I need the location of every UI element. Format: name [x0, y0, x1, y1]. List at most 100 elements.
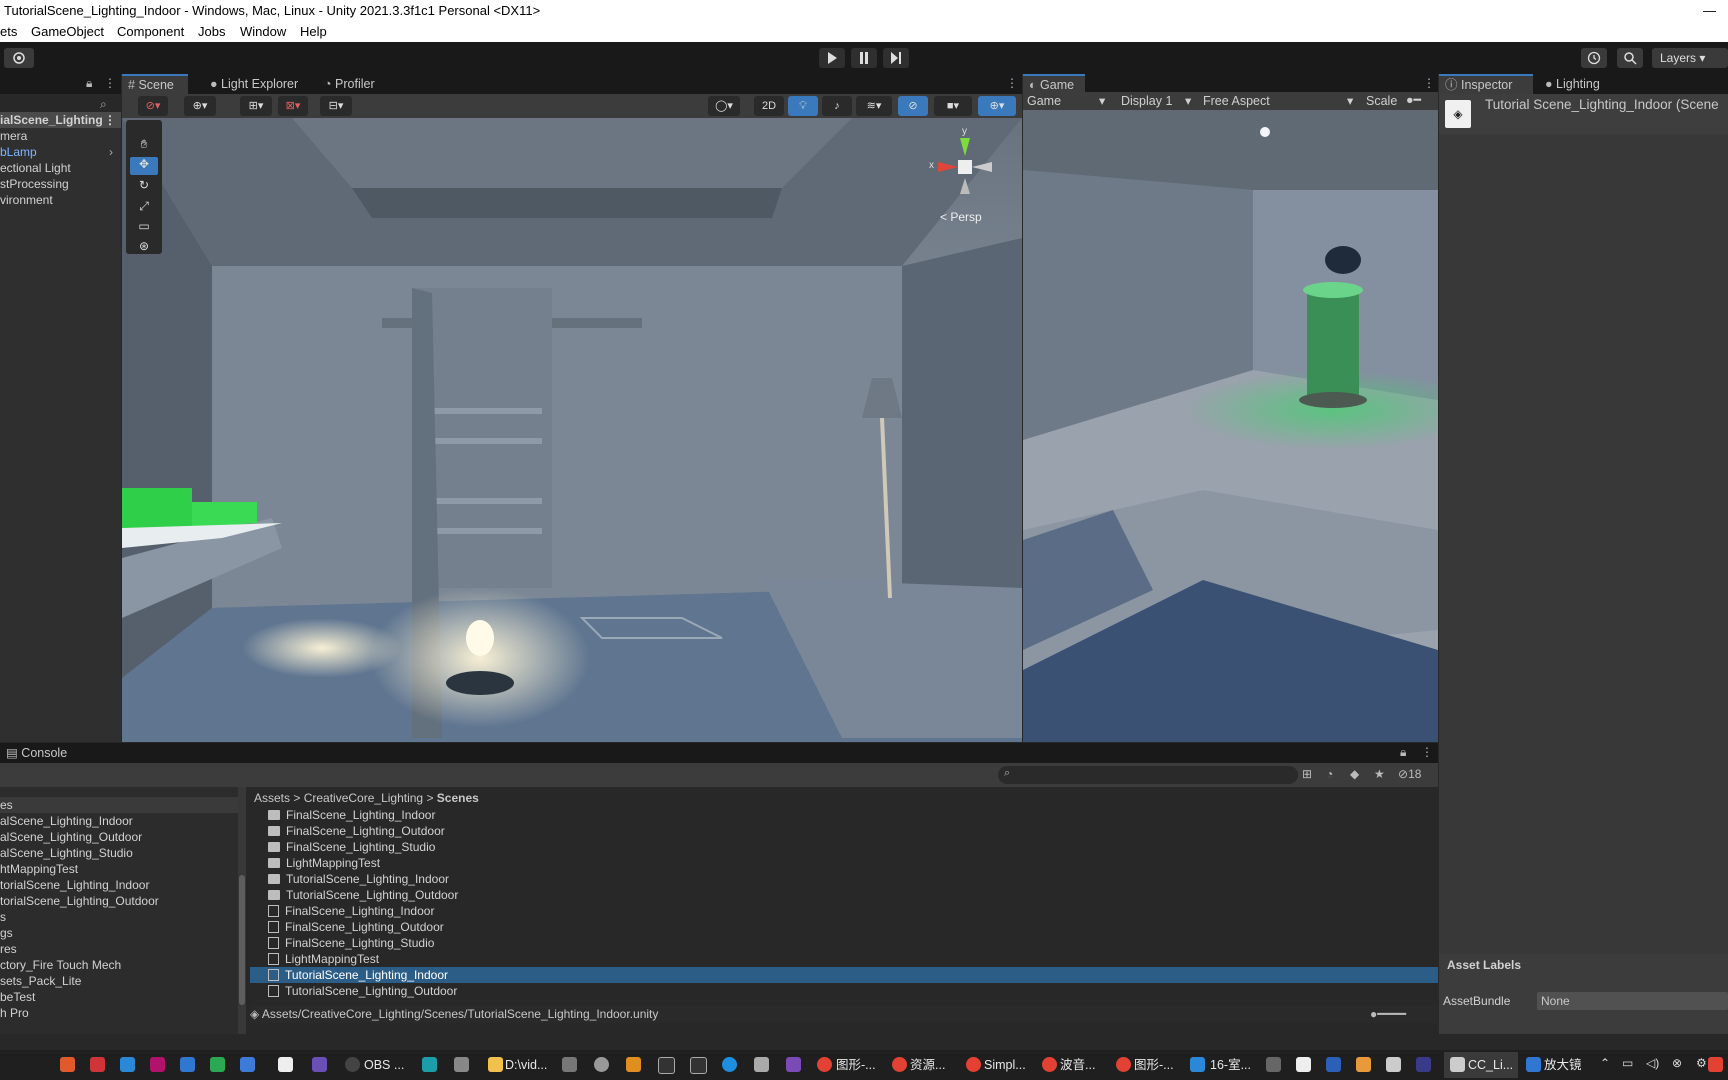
- app-icon[interactable]: [626, 1057, 641, 1072]
- hierarchy-search[interactable]: ⌕: [0, 94, 121, 114]
- app-icon[interactable]: [278, 1057, 293, 1072]
- game-view-dropdown[interactable]: Game ▾: [1027, 92, 1107, 110]
- app-icon[interactable]: [722, 1057, 737, 1072]
- taskbar-item[interactable]: 波音...: [1060, 1055, 1095, 1075]
- scale-slider[interactable]: Scale ●━: [1366, 92, 1438, 110]
- taskbar-item[interactable]: 图形-...: [1134, 1055, 1174, 1075]
- hierarchy-item[interactable]: ectional Light: [0, 160, 121, 176]
- tree-item[interactable]: torialScene_Lighting_Outdoor: [0, 893, 240, 909]
- rect-tool-icon[interactable]: ▭: [130, 219, 158, 237]
- minimize-button[interactable]: —: [1703, 0, 1716, 22]
- app-icon[interactable]: [180, 1057, 195, 1072]
- scene-viewport[interactable]: ✋︎ ✥ ↻ ⤢ ▭ ⊛ x y < Persp: [122, 118, 1022, 742]
- menu-jobs[interactable]: Jobs: [198, 24, 225, 39]
- chat-icon[interactable]: [594, 1057, 609, 1072]
- chevron-up-icon[interactable]: ⌃: [1600, 1056, 1610, 1070]
- draw-mode-icon[interactable]: ⊘▾: [138, 96, 168, 116]
- scale-tool-icon[interactable]: ⤢: [130, 199, 158, 217]
- tree-item[interactable]: torialScene_Lighting_Indoor: [0, 877, 240, 893]
- rotate-tool-icon[interactable]: ↻: [130, 178, 158, 196]
- tree-item[interactable]: htMappingTest: [0, 861, 240, 877]
- taskbar-item[interactable]: 图形-...: [836, 1055, 876, 1075]
- more-menu-icon[interactable]: ⋮: [1423, 76, 1435, 90]
- breadcrumb-scenes[interactable]: Scenes: [437, 791, 479, 805]
- hidden-count-badge[interactable]: ⊘18: [1398, 767, 1421, 781]
- project-search-input[interactable]: ⌕: [998, 766, 1298, 784]
- tab-game[interactable]: ◐ Game: [1023, 74, 1085, 94]
- gizmos-icon[interactable]: ⊕▾: [978, 96, 1016, 116]
- app-icon[interactable]: [1708, 1057, 1723, 1072]
- app-icon[interactable]: [454, 1057, 469, 1072]
- filter-type-icon[interactable]: ◔: [1326, 767, 1333, 781]
- pycharm-icon[interactable]: [690, 1057, 707, 1074]
- lock-icon[interactable]: 🔒︎: [86, 76, 92, 91]
- folder-row[interactable]: TutorialScene_Lighting_Indoor: [250, 871, 1438, 887]
- app-icon[interactable]: [786, 1057, 801, 1072]
- folder-row[interactable]: LightMappingTest: [250, 855, 1438, 871]
- lock-icon[interactable]: 🔒︎: [1400, 745, 1406, 760]
- hierarchy-item[interactable]: stProcessing: [0, 176, 121, 192]
- taskbar-item[interactable]: OBS ...: [364, 1055, 404, 1075]
- snap-increment-icon[interactable]: ⊠▾: [278, 96, 308, 116]
- app-icon[interactable]: [312, 1057, 327, 1072]
- label-icon[interactable]: ◆: [1350, 767, 1359, 781]
- orientation-gizmo[interactable]: x y: [920, 126, 1010, 216]
- tab-scene[interactable]: # Scene: [122, 74, 188, 94]
- scene-file-row[interactable]: TutorialScene_Lighting_Outdoor: [250, 983, 1438, 999]
- menu-help[interactable]: Help: [300, 24, 327, 39]
- close-circle-icon[interactable]: ⊗: [1672, 1056, 1682, 1070]
- shading-icon[interactable]: ◯▾: [708, 96, 740, 116]
- more-menu-icon[interactable]: ⋮: [1421, 745, 1433, 759]
- breadcrumb-assets[interactable]: Assets: [254, 791, 290, 805]
- tree-scroll-thumb[interactable]: [239, 875, 245, 1005]
- grid-snap-icon[interactable]: ⊞▾: [240, 96, 272, 116]
- app-icon[interactable]: [754, 1057, 769, 1072]
- tree-item[interactable]: gs: [0, 925, 240, 941]
- app-icon[interactable]: [1416, 1057, 1431, 1072]
- icon-size-slider[interactable]: ●━━━━: [1370, 1005, 1406, 1023]
- tree-item[interactable]: h Pro: [0, 1005, 240, 1021]
- scene-file-row[interactable]: FinalScene_Lighting_Studio: [250, 935, 1438, 951]
- app-icon[interactable]: [1266, 1057, 1281, 1072]
- hierarchy-item[interactable]: bLamp ›: [0, 144, 121, 160]
- camera-icon[interactable]: ■▾: [934, 96, 972, 116]
- folder-row[interactable]: TutorialScene_Lighting_Outdoor: [250, 887, 1438, 903]
- display-dropdown[interactable]: Display 1 ▾: [1121, 92, 1193, 110]
- visibility-icon[interactable]: ⊘: [898, 96, 928, 116]
- audio-icon[interactable]: ♪: [822, 96, 852, 116]
- webstorm-icon[interactable]: [658, 1057, 675, 1074]
- app-icon[interactable]: [1296, 1057, 1311, 1072]
- move-tool-icon[interactable]: ✥: [130, 157, 158, 175]
- asset-bundle-dropdown[interactable]: None: [1537, 992, 1728, 1010]
- taskbar-item[interactable]: 资源...: [910, 1055, 945, 1075]
- tab-profiler[interactable]: ◔ Profiler: [318, 74, 381, 94]
- menu-component[interactable]: Component: [117, 24, 184, 39]
- transform-tool-icon[interactable]: ⊛: [130, 239, 158, 255]
- game-viewport[interactable]: [1023, 110, 1438, 742]
- tree-item[interactable]: beTest: [0, 989, 240, 1005]
- folder-row[interactable]: FinalScene_Lighting_Indoor: [250, 807, 1438, 823]
- tree-item[interactable]: alScene_Lighting_Indoor: [0, 813, 240, 829]
- breadcrumb-creativecore[interactable]: CreativeCore_Lighting: [304, 791, 423, 805]
- taskbar-item[interactable]: 放大镜: [1544, 1055, 1582, 1075]
- tree-scrollbar[interactable]: [238, 787, 246, 1034]
- lighting-toggle-icon[interactable]: 💡︎: [788, 96, 818, 116]
- volume-icon[interactable]: ◁): [1646, 1056, 1659, 1070]
- ruler-icon[interactable]: ⊟▾: [320, 96, 352, 116]
- tab-console[interactable]: ▤ Console: [0, 743, 73, 763]
- tree-item[interactable]: alScene_Lighting_Outdoor: [0, 829, 240, 845]
- tab-light-explorer[interactable]: ● Light Explorer: [204, 74, 304, 94]
- powershell-icon[interactable]: [1326, 1057, 1341, 1072]
- taskbar-item[interactable]: Simpl...: [984, 1055, 1026, 1075]
- more-menu-icon[interactable]: ⋮: [1006, 76, 1018, 90]
- settings-icon[interactable]: ⚙: [1696, 1056, 1707, 1070]
- folder-row[interactable]: FinalScene_Lighting_Studio: [250, 839, 1438, 855]
- account-icon[interactable]: [4, 48, 34, 68]
- star-icon[interactable]: ★: [1374, 767, 1385, 781]
- tree-item[interactable]: res: [0, 941, 240, 957]
- taskbar-active-item[interactable]: CC_Li...: [1444, 1052, 1518, 1078]
- tree-item[interactable]: sets_Pack_Lite: [0, 973, 240, 989]
- hierarchy-item[interactable]: vironment: [0, 192, 121, 208]
- menu-assets[interactable]: ets: [0, 24, 17, 39]
- menu-window[interactable]: Window: [240, 24, 286, 39]
